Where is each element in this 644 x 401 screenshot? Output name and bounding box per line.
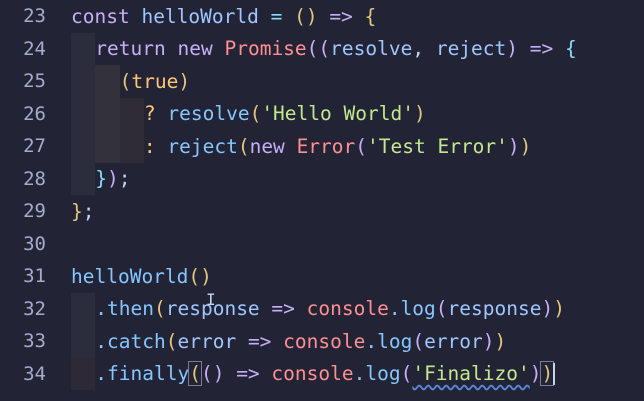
- method-call: .log: [353, 362, 401, 386]
- code-line[interactable]: 29 };: [0, 195, 644, 228]
- indent-guide: [71, 162, 96, 195]
- line-number: 33: [23, 330, 46, 353]
- close-brace: }: [95, 167, 108, 191]
- indent-guide: [71, 292, 96, 325]
- line-number: 26: [23, 102, 46, 125]
- code-line[interactable]: 34 .finally(() => console .log('Finalizo'…: [0, 357, 644, 390]
- code-line[interactable]: 27 : reject(new Error('Test Error')): [0, 130, 644, 163]
- method-call: .then: [95, 297, 154, 321]
- code-text: : reject(new Error('Test Error')): [71, 130, 531, 163]
- code-line[interactable]: 26 ? resolve('Hello World'): [0, 97, 644, 130]
- ternary-operator: :: [143, 134, 168, 158]
- paren: (): [188, 264, 212, 288]
- line-number: 23: [23, 5, 46, 28]
- code-line[interactable]: 32 .then(response => console .log(respons…: [0, 292, 644, 325]
- paren: (): [294, 4, 318, 28]
- code-text: ? resolve('Hello World'): [71, 97, 426, 130]
- brace: {: [364, 4, 377, 28]
- indent-guide: [71, 130, 96, 163]
- identifier: console: [283, 329, 366, 353]
- line-number: 24: [23, 37, 46, 60]
- code-editor[interactable]: 23 const helloWorld = () => { 24 return …: [0, 0, 644, 401]
- code-text: .catch(error => console .log(error)): [71, 325, 506, 358]
- operator: =: [258, 4, 295, 28]
- code-line[interactable]: 23 const helloWorld = () => {: [0, 0, 644, 33]
- keyword-new: new: [177, 37, 213, 61]
- code-line[interactable]: 28 });: [0, 162, 644, 195]
- line-number: 31: [23, 265, 46, 288]
- param: resolve: [330, 37, 413, 61]
- line-number: 29: [23, 200, 46, 223]
- identifier: console: [306, 297, 389, 321]
- function-call: resolve: [167, 102, 250, 126]
- code-line[interactable]: 33 .catch(error => console .log(error)): [0, 325, 644, 358]
- comma: ,: [412, 37, 436, 61]
- indent-guide: [71, 97, 96, 130]
- string-literal: 'Test Error': [367, 134, 508, 158]
- string-literal: 'Finalizo': [412, 362, 530, 386]
- close-brace: }: [71, 199, 83, 223]
- indent-guide: [119, 130, 144, 163]
- code-text: .then(response => console .log(response)): [71, 292, 565, 325]
- identifier: console: [271, 362, 354, 386]
- param: response: [447, 297, 542, 321]
- paren: ): [178, 69, 191, 93]
- matched-paren: ): [540, 361, 555, 387]
- text-cursor: [553, 362, 556, 385]
- arrow: =>: [518, 37, 565, 61]
- indent-guide: [95, 130, 120, 163]
- method-call: .finally: [95, 362, 190, 386]
- code-text: (true): [71, 65, 190, 98]
- arrow: =>: [317, 4, 365, 28]
- param: error: [424, 329, 483, 353]
- brace: {: [565, 37, 577, 61]
- line-number: 34: [23, 362, 46, 385]
- line-number: 32: [23, 297, 46, 320]
- code-line[interactable]: 24 return new Promise((resolve, reject) …: [0, 32, 644, 65]
- code-text: });: [71, 162, 131, 195]
- method-call: .log: [365, 329, 413, 353]
- identifier: helloWorld: [141, 4, 259, 28]
- keyword-const: const: [71, 4, 130, 28]
- paren: (: [119, 69, 132, 93]
- indent-guide: [71, 65, 96, 98]
- class-name: Promise: [224, 37, 307, 61]
- line-number: 27: [23, 135, 46, 158]
- line-number: 25: [23, 70, 46, 93]
- line-number: 30: [23, 232, 46, 255]
- code-text: };: [71, 199, 95, 223]
- code-text: .finally(() => console .log('Finalizo')): [71, 357, 556, 390]
- mouse-ibeam-icon: I: [206, 290, 216, 309]
- matched-paren: (: [188, 361, 202, 387]
- keyword-true: true: [131, 69, 179, 93]
- keyword-return: return: [95, 37, 166, 61]
- indent-guide: [119, 97, 144, 130]
- indent-guide: [71, 325, 96, 358]
- code-line[interactable]: 25 (true): [0, 65, 644, 98]
- code-line[interactable]: 31 helloWorld(): [0, 260, 644, 293]
- method-call: .log: [388, 297, 436, 321]
- indent-guide: [71, 32, 96, 65]
- paren: ): [506, 37, 519, 61]
- param: error: [177, 329, 237, 353]
- keyword-new: new: [249, 134, 285, 158]
- method-call: .catch: [95, 329, 166, 353]
- string-literal: 'Hello World': [261, 102, 414, 126]
- class-name: Error: [296, 134, 356, 158]
- function-call: helloWorld: [71, 264, 189, 288]
- param: reject: [435, 37, 507, 61]
- code-text: const helloWorld = () => {: [71, 0, 376, 33]
- function-call: reject: [167, 134, 238, 158]
- indent-guide: [95, 97, 120, 130]
- line-number: 28: [23, 167, 46, 190]
- ternary-operator: ?: [143, 102, 168, 126]
- code-text: helloWorld(): [71, 260, 212, 293]
- paren: ((: [306, 37, 331, 61]
- code-text: return new Promise((resolve, reject) => …: [71, 32, 577, 65]
- indent-guide: [71, 357, 96, 390]
- code-line[interactable]: 30: [0, 228, 644, 261]
- indent-guide: [95, 65, 120, 98]
